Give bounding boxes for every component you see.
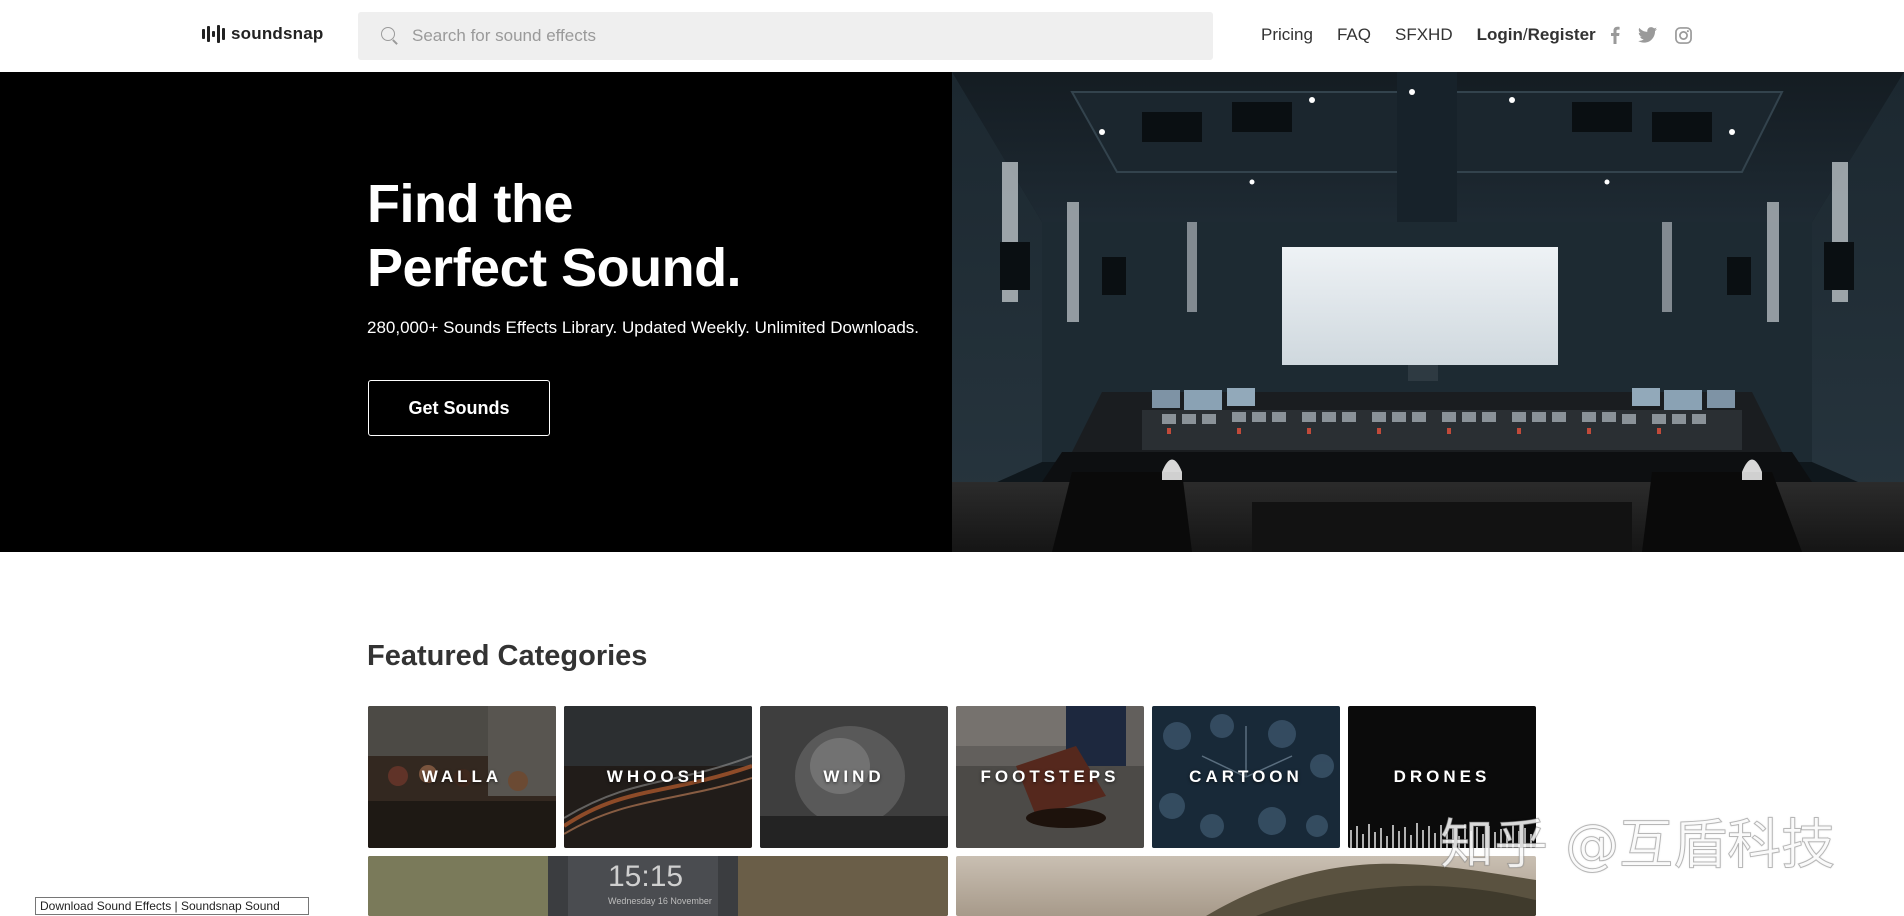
zhihu-watermark: 知乎 @互盾科技 [1439,813,1836,877]
hero-studio-image [952,72,1904,552]
category-label: WIND [823,767,885,786]
hero-subtitle: 280,000+ Sounds Effects Library. Updated… [367,318,920,337]
category-label: FOOTSTEPS [980,767,1120,786]
site-header: soundsnap Pricing FAQ SFXHD Login/Regist… [0,0,1904,72]
category-tile-walla[interactable]: WALLA [368,706,556,848]
category-label: DRONES [1393,767,1491,786]
nav-faq-link[interactable]: FAQ [1337,25,1371,45]
phone-time: 15:15 [608,860,684,893]
category-label: WALLA [421,767,503,786]
twitter-icon[interactable] [1638,27,1657,43]
social-links [1610,26,1692,44]
category-label: WHOOSH [606,767,710,786]
hero-title-line1: Find the [367,174,573,234]
nav-sfxhd-link[interactable]: SFXHD [1395,25,1453,45]
category-tile-cartoon[interactable]: CARTOON [1152,706,1340,848]
nav-pricing-link[interactable]: Pricing [1261,25,1313,45]
nav-login-link[interactable]: Login [1477,25,1523,45]
category-label: CARTOON [1189,767,1303,786]
hero-title-line2: Perfect Sound. [367,238,742,298]
hero-text-panel: Find the Perfect Sound. 280,000+ Sounds … [0,72,952,552]
hero-section: Find the Perfect Sound. 280,000+ Sounds … [0,72,1904,552]
get-sounds-button[interactable]: Get Sounds [368,380,550,436]
search-bar[interactable] [358,12,1213,60]
search-icon [380,26,400,46]
category-tile-wind[interactable]: WIND [760,706,948,848]
search-input[interactable] [412,26,1192,46]
hero-title: Find the Perfect Sound. [367,172,742,300]
category-tile-whoosh[interactable]: WHOOSH [564,706,752,848]
phone-date: Wednesday 16 November [608,896,712,906]
tab-title-tooltip: Download Sound Effects | Soundsnap Sound [35,897,309,915]
waveform-logo-icon [202,24,225,44]
facebook-icon[interactable] [1610,26,1620,44]
category-tile-row2-left[interactable]: 15:15 Wednesday 16 November [368,856,948,916]
logo-text: soundsnap [231,24,324,43]
instagram-icon[interactable] [1675,26,1692,44]
category-tile-footsteps[interactable]: FOOTSTEPS [956,706,1144,848]
nav-register-link[interactable]: Register [1528,25,1596,45]
top-nav: Pricing FAQ SFXHD Login / Register [1261,25,1596,45]
soundsnap-logo[interactable]: soundsnap [202,24,323,44]
featured-categories-title: Featured Categories [367,640,648,672]
